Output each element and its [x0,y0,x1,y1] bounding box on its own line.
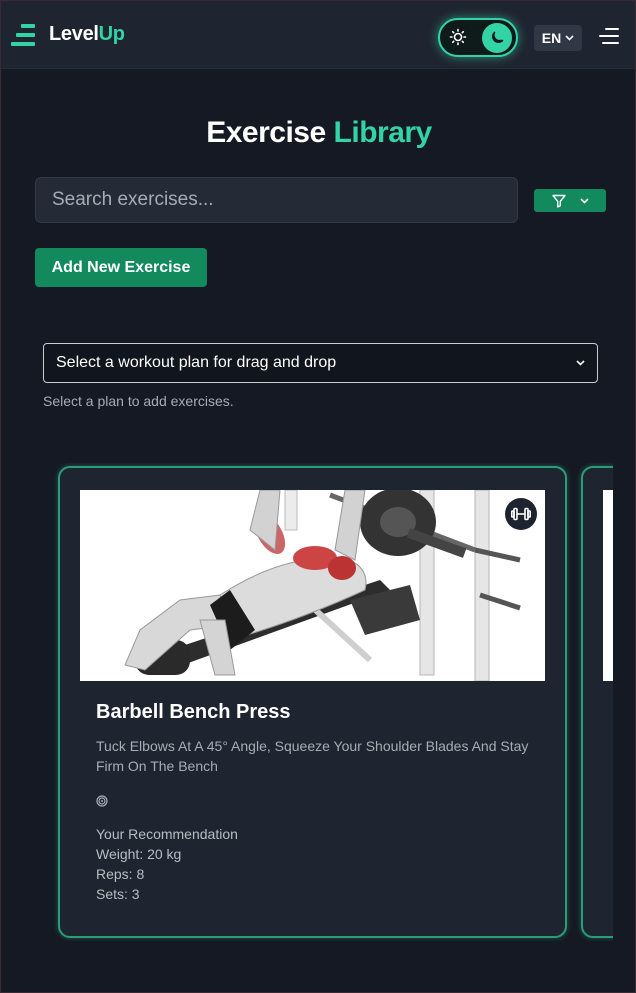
workout-plan-select[interactable]: Select a workout plan for drag and drop [43,343,598,383]
theme-toggle[interactable] [438,18,518,57]
filter-button[interactable] [534,189,606,212]
exercise-card[interactable]: Barbell Bench Press Tuck Elbows At A 45°… [58,466,567,938]
brand-logo[interactable]: LevelUp [11,23,125,46]
recommendation-sets: Sets: 3 [96,886,140,902]
workout-plan-select-value: Select a workout plan for drag and drop [56,354,337,371]
exercise-image [80,490,545,681]
brand-name-part1: Level [49,23,99,45]
chevron-down-icon [565,35,574,41]
exercise-name: Barbell Bench Press [96,701,291,723]
brand-name: LevelUp [49,23,125,46]
exercise-card-next-peek[interactable] [581,466,613,938]
page-title-part2: Library [333,116,433,149]
chevron-down-icon [576,360,585,366]
recommendation-weight: Weight: 20 kg [96,846,182,862]
page-title-part1: Exercise [206,116,326,149]
search-input[interactable] [35,177,518,223]
plan-hint-text: Select a plan to add exercises. [43,393,234,409]
bench-press-illustration [80,490,545,681]
language-value: EN [541,30,562,46]
add-new-exercise-button[interactable]: Add New Exercise [35,248,207,287]
recommendation-heading: Your Recommendation [96,826,238,842]
filter-icon [551,194,566,208]
exercise-image [603,490,613,681]
target-icon [96,795,108,807]
logo-stairs-icon [11,23,35,46]
exercise-card-carousel[interactable]: Barbell Bench Press Tuck Elbows At A 45°… [1,463,613,941]
language-select[interactable]: EN [534,25,582,51]
moon-icon [492,31,504,43]
recommendation-block: Your Recommendation Weight: 20 kg Reps: … [96,824,238,904]
chevron-down-icon [579,197,589,204]
brand-name-part2: Up [98,23,125,45]
top-navbar: LevelUp EN [1,1,635,69]
sun-icon [449,28,467,46]
page-title: Exercise Library [1,116,636,150]
dumbbell-icon [505,498,537,530]
recommendation-reps: Reps: 8 [96,866,145,882]
theme-toggle-knob [482,23,512,53]
hamburger-menu-icon[interactable] [599,28,619,46]
exercise-description: Tuck Elbows At A 45° Angle, Squeeze Your… [96,738,529,774]
